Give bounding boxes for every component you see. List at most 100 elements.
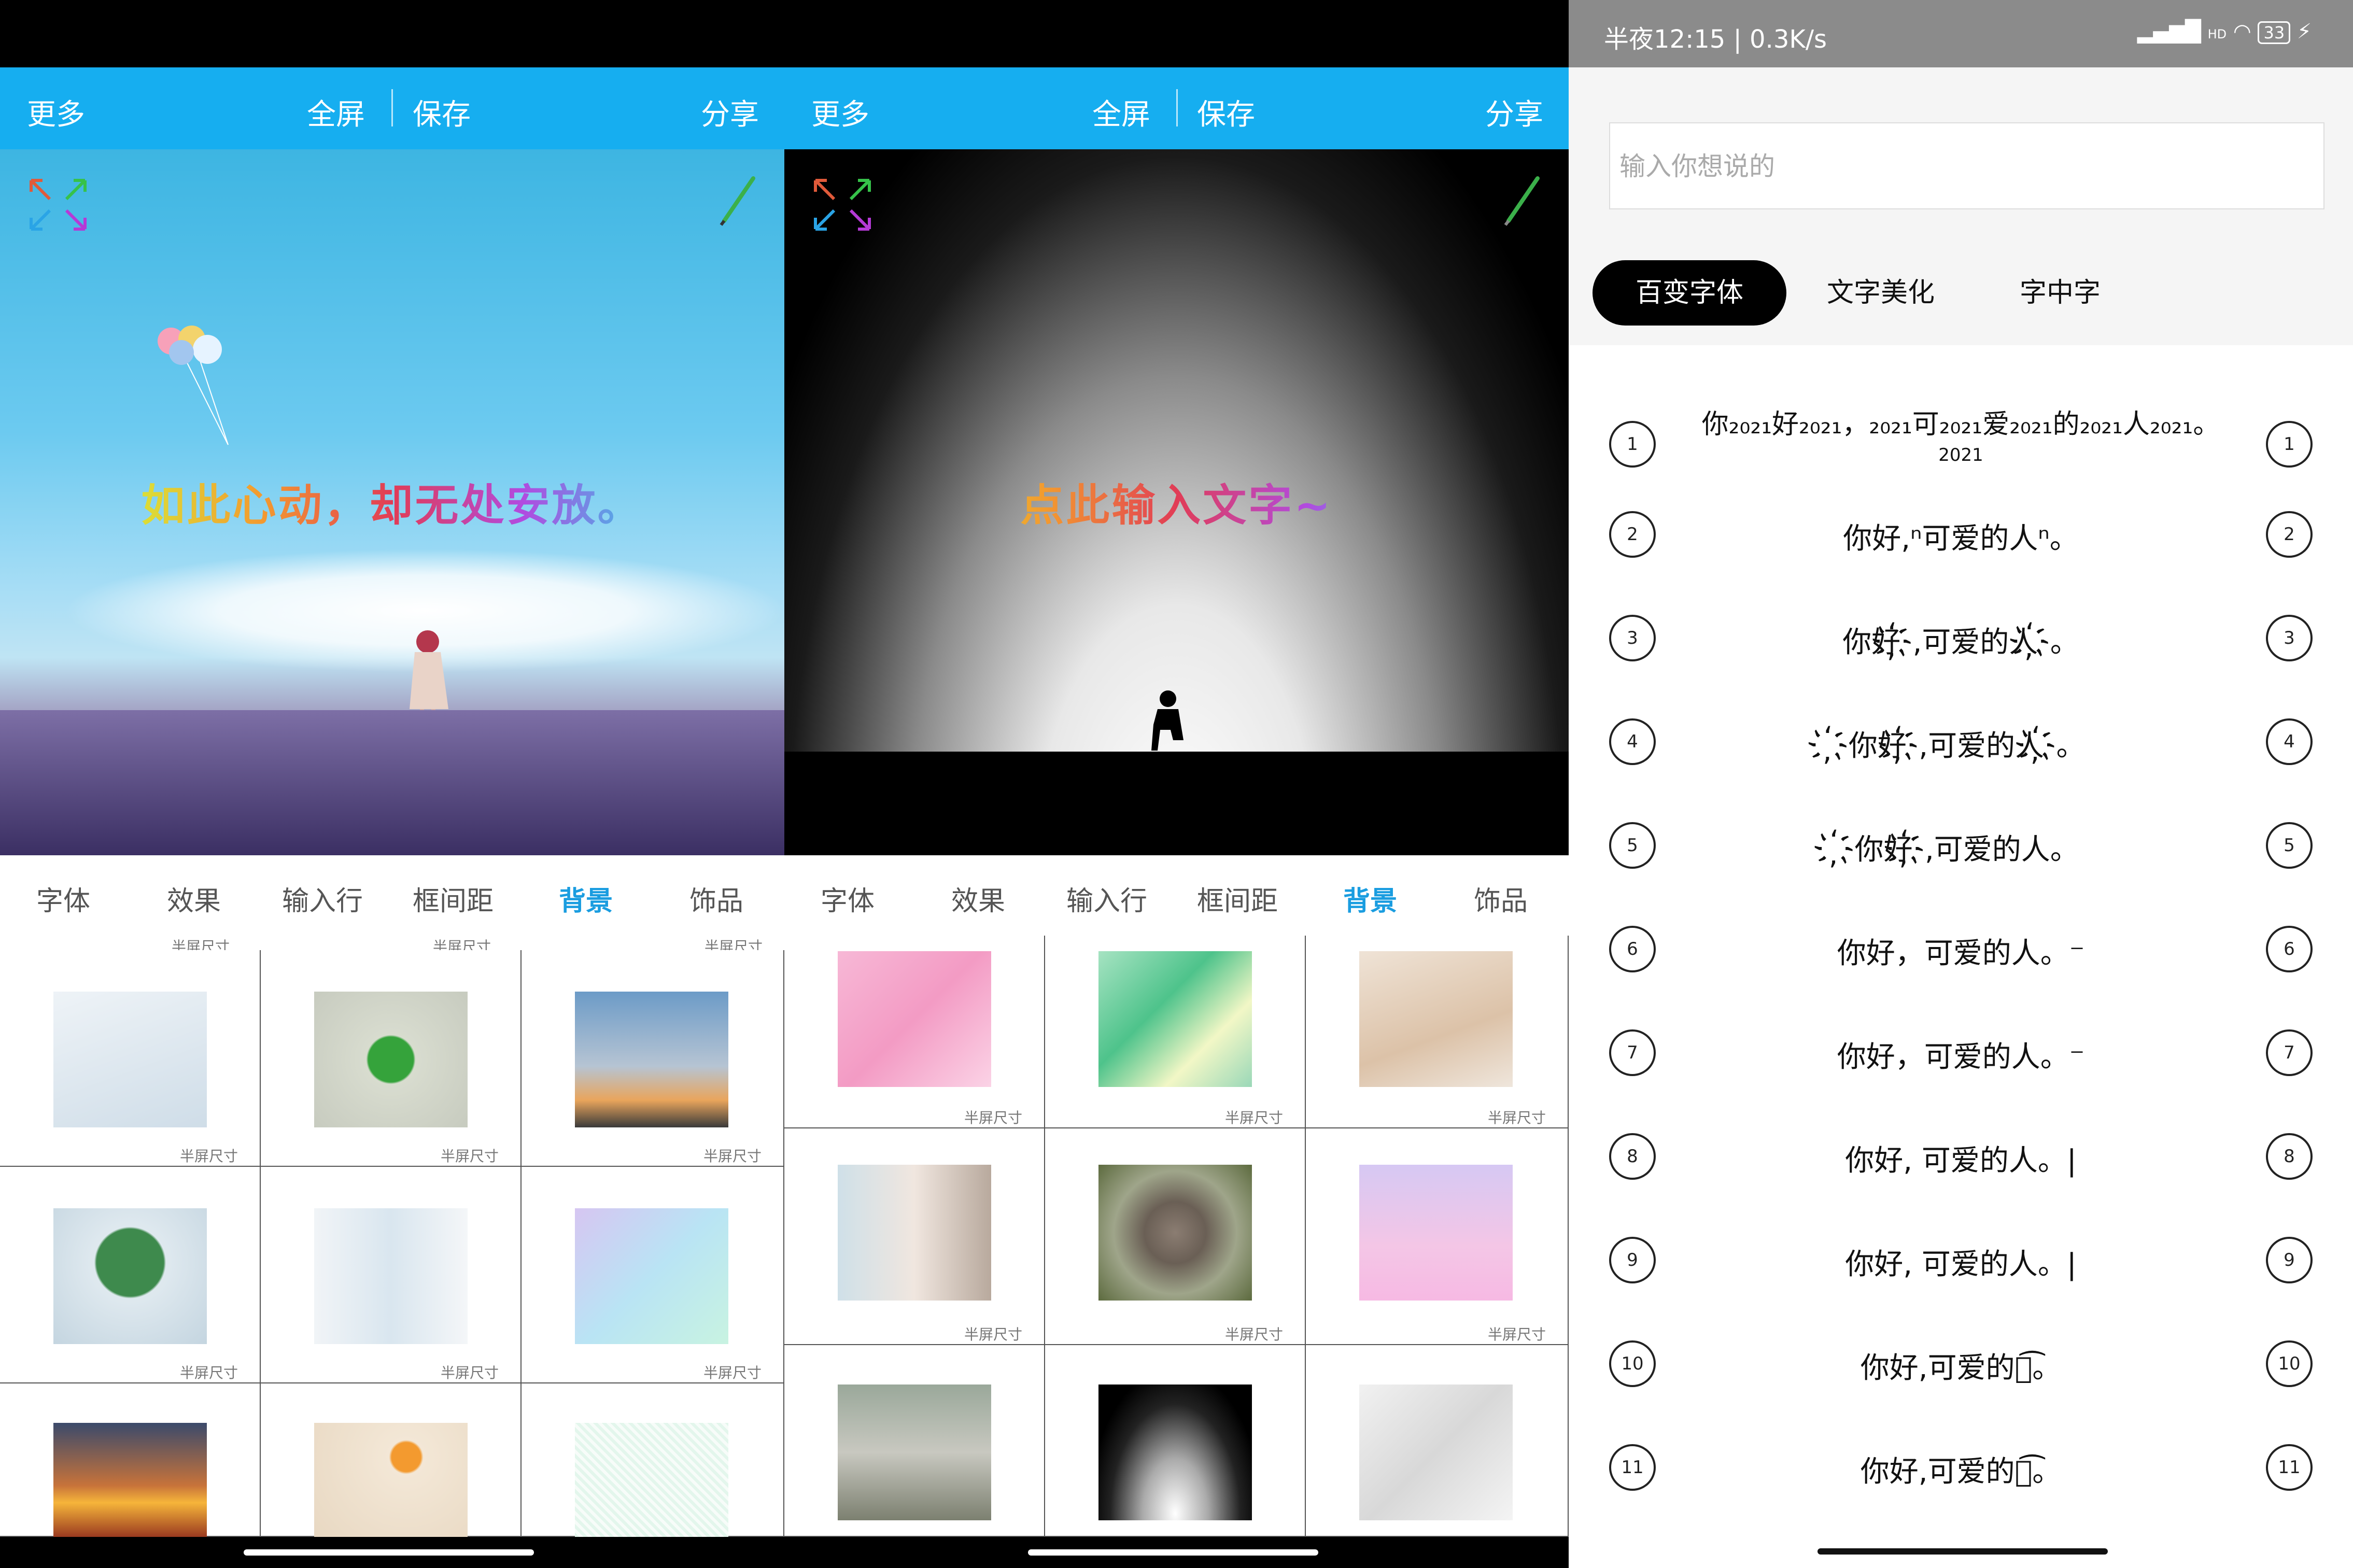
tab-spacing[interactable]: 框间距: [413, 879, 494, 918]
canvas-text[interactable]: 点此输入文字~: [784, 471, 1569, 533]
row-number-right: 5: [2266, 822, 2313, 869]
home-indicator[interactable]: [1028, 1549, 1318, 1556]
thumbnail: [838, 951, 991, 1087]
fullscreen-button[interactable]: 全屏: [307, 91, 365, 133]
tab-background[interactable]: 背景: [1343, 879, 1397, 918]
font-style-row[interactable]: 10 你好,可爱的人͡。 10: [1569, 1330, 2353, 1434]
top-toolbar: 更多 全屏 保存 分享: [0, 67, 784, 149]
share-button[interactable]: 分享: [701, 91, 759, 133]
fullscreen-button[interactable]: 全屏: [1092, 91, 1150, 133]
tab-ornament[interactable]: 饰品: [1474, 879, 1528, 918]
font-style-sample: 你好, 可爱的人。|: [1845, 1144, 2077, 1178]
row-number-right: 11: [2266, 1444, 2313, 1491]
background-option[interactable]: 半屏尺寸: [0, 1167, 261, 1383]
background-option[interactable]: 半屏尺寸: [522, 1167, 784, 1383]
font-style-sample: 你好҉,可爱的人҉。: [1842, 626, 2079, 659]
row-number-right: 7: [2266, 1029, 2313, 1076]
sitting-man-figure: [1151, 690, 1183, 751]
battery-icon: 33: [2258, 21, 2291, 44]
status-bar: 半夜12:15 | 0.3K/s ▂▄▆█ HD ◠ 33 ⚡: [1569, 0, 2353, 67]
tab-font[interactable]: 字体: [36, 879, 90, 918]
background-option[interactable]: 半屏尺寸: [1045, 936, 1306, 1128]
tab-effect[interactable]: 效果: [167, 879, 221, 918]
background-option[interactable]: 半屏尺寸: [522, 950, 784, 1167]
tab-spacing[interactable]: 框间距: [1197, 879, 1278, 918]
background-option[interactable]: [1306, 1345, 1569, 1537]
tab-ornament[interactable]: 饰品: [689, 879, 743, 918]
background-option[interactable]: 半屏尺寸: [0, 950, 261, 1167]
tab-effect[interactable]: 效果: [951, 879, 1005, 918]
background-option[interactable]: [784, 1345, 1045, 1537]
background-option[interactable]: [522, 1383, 784, 1537]
status-time: 半夜12:15 | 0.3K/s: [1604, 25, 1827, 54]
tab-input-line[interactable]: 输入行: [282, 879, 363, 918]
background-canvas[interactable]: 如此心动，却无处安放。: [0, 149, 784, 855]
font-style-row[interactable]: 6 你好，可爱的人。⁻ 6: [1569, 915, 2353, 1019]
thumbnail: [575, 1208, 728, 1344]
segment-text-in-text[interactable]: 字中字: [2020, 260, 2101, 326]
more-button[interactable]: 更多: [27, 91, 85, 133]
pen-icon[interactable]: [717, 175, 758, 227]
expand-icon[interactable]: [811, 176, 873, 233]
font-style-sample: 你好,ⁿ可爱的人ⁿ。: [1843, 522, 2079, 556]
background-grid: 半屏尺寸 半屏尺寸 半屏尺寸 半屏尺寸 半屏尺寸 半屏尺寸: [784, 936, 1569, 1537]
background-grid: 半屏尺寸 半屏尺寸 半屏尺寸 半屏尺寸 半屏尺寸 半屏尺寸 半屏尺寸 半屏尺寸 …: [0, 936, 784, 1537]
tab-input-line[interactable]: 输入行: [1066, 879, 1147, 918]
thumb-caption: 半屏尺寸: [440, 1364, 499, 1381]
font-style-sample: 你好, 可爱的人。|: [1845, 1248, 2077, 1281]
feature-tabs: 字体 效果 输入行 框间距 背景 饰品: [0, 855, 784, 937]
thumbnail: [314, 992, 468, 1127]
row-number-right: 6: [2266, 926, 2313, 972]
background-option[interactable]: 半屏尺寸: [261, 950, 522, 1167]
thumbnail: [1098, 1385, 1252, 1520]
segment-text-beautify[interactable]: 文字美化: [1827, 260, 1935, 326]
canvas-text[interactable]: 如此心动，却无处安放。: [0, 471, 784, 533]
font-style-sample: 你好,可爱的人͡。: [1860, 1351, 2062, 1385]
font-style-row[interactable]: 2 你好,ⁿ可爱的人ⁿ。 2: [1569, 501, 2353, 604]
font-style-row[interactable]: 7 你好，可爱的人。⁻ 7: [1569, 1019, 2353, 1123]
font-style-row[interactable]: 4҉你好҉,可爱的人҉。 4: [1569, 708, 2353, 812]
tab-font[interactable]: 字体: [821, 879, 875, 918]
thumb-caption: 半屏尺寸: [179, 1148, 238, 1165]
background-canvas[interactable]: 点此输入文字~: [784, 149, 1569, 855]
background-option[interactable]: 半屏尺寸: [1306, 936, 1569, 1128]
toolbar-divider: [391, 89, 393, 126]
background-option[interactable]: [261, 1383, 522, 1537]
thumb-caption: 半屏尺寸: [964, 1326, 1022, 1343]
thumbnail: [838, 1385, 991, 1520]
text-input[interactable]: [1610, 123, 2334, 209]
status-icons: ▂▄▆█ HD ◠ 33 ⚡: [2137, 20, 2312, 44]
font-style-row[interactable]: 8 你好, 可爱的人。| 8: [1569, 1123, 2353, 1226]
font-style-row[interactable]: 9 你好, 可爱的人。| 9: [1569, 1226, 2353, 1330]
segment-variety-font[interactable]: 百变字体: [1593, 260, 1786, 326]
tab-background[interactable]: 背景: [559, 879, 613, 918]
background-option[interactable]: 半屏尺寸: [784, 936, 1045, 1128]
font-style-row[interactable]: 5҉你好҉,可爱的人。 5: [1569, 812, 2353, 915]
background-option[interactable]: [1045, 1345, 1306, 1537]
status-bar: [0, 0, 784, 67]
home-indicator[interactable]: [1817, 1548, 2108, 1555]
thumbnail: [838, 1165, 991, 1301]
save-button[interactable]: 保存: [1197, 91, 1255, 133]
font-style-row[interactable]: 11 你好,可爱的人͡。 11: [1569, 1434, 2353, 1537]
home-indicator[interactable]: [244, 1549, 534, 1556]
background-option[interactable]: 半屏尺寸: [1306, 1128, 1569, 1345]
thumbnail: [575, 1423, 728, 1537]
background-option[interactable]: 半屏尺寸: [261, 1167, 522, 1383]
more-button[interactable]: 更多: [811, 91, 869, 133]
text-input-box[interactable]: [1609, 122, 2334, 209]
save-button[interactable]: 保存: [413, 91, 471, 133]
share-button[interactable]: 分享: [1485, 91, 1543, 133]
font-style-row[interactable]: 3 你好҉,可爱的人҉。 3: [1569, 604, 2353, 708]
top-toolbar: 更多 全屏 保存 分享: [784, 67, 1569, 149]
pen-icon[interactable]: [1501, 175, 1543, 227]
expand-icon[interactable]: [27, 176, 89, 233]
background-option[interactable]: 半屏尺寸: [1045, 1128, 1306, 1345]
thumb-caption: 半屏尺寸: [440, 1148, 499, 1165]
background-option[interactable]: [0, 1383, 261, 1537]
thumbnail: [1098, 951, 1252, 1087]
background-option[interactable]: 半屏尺寸: [784, 1128, 1045, 1345]
balloons-image: [158, 326, 229, 445]
thumb-caption: 半屏尺寸: [1224, 1109, 1283, 1126]
font-style-row[interactable]: 1 你₂₀₂₁好₂₀₂₁，₂₀₂₁可₂₀₂₁爱₂₀₂₁的₂₀₂₁人₂₀₂₁。 1 20…: [1569, 387, 2353, 490]
